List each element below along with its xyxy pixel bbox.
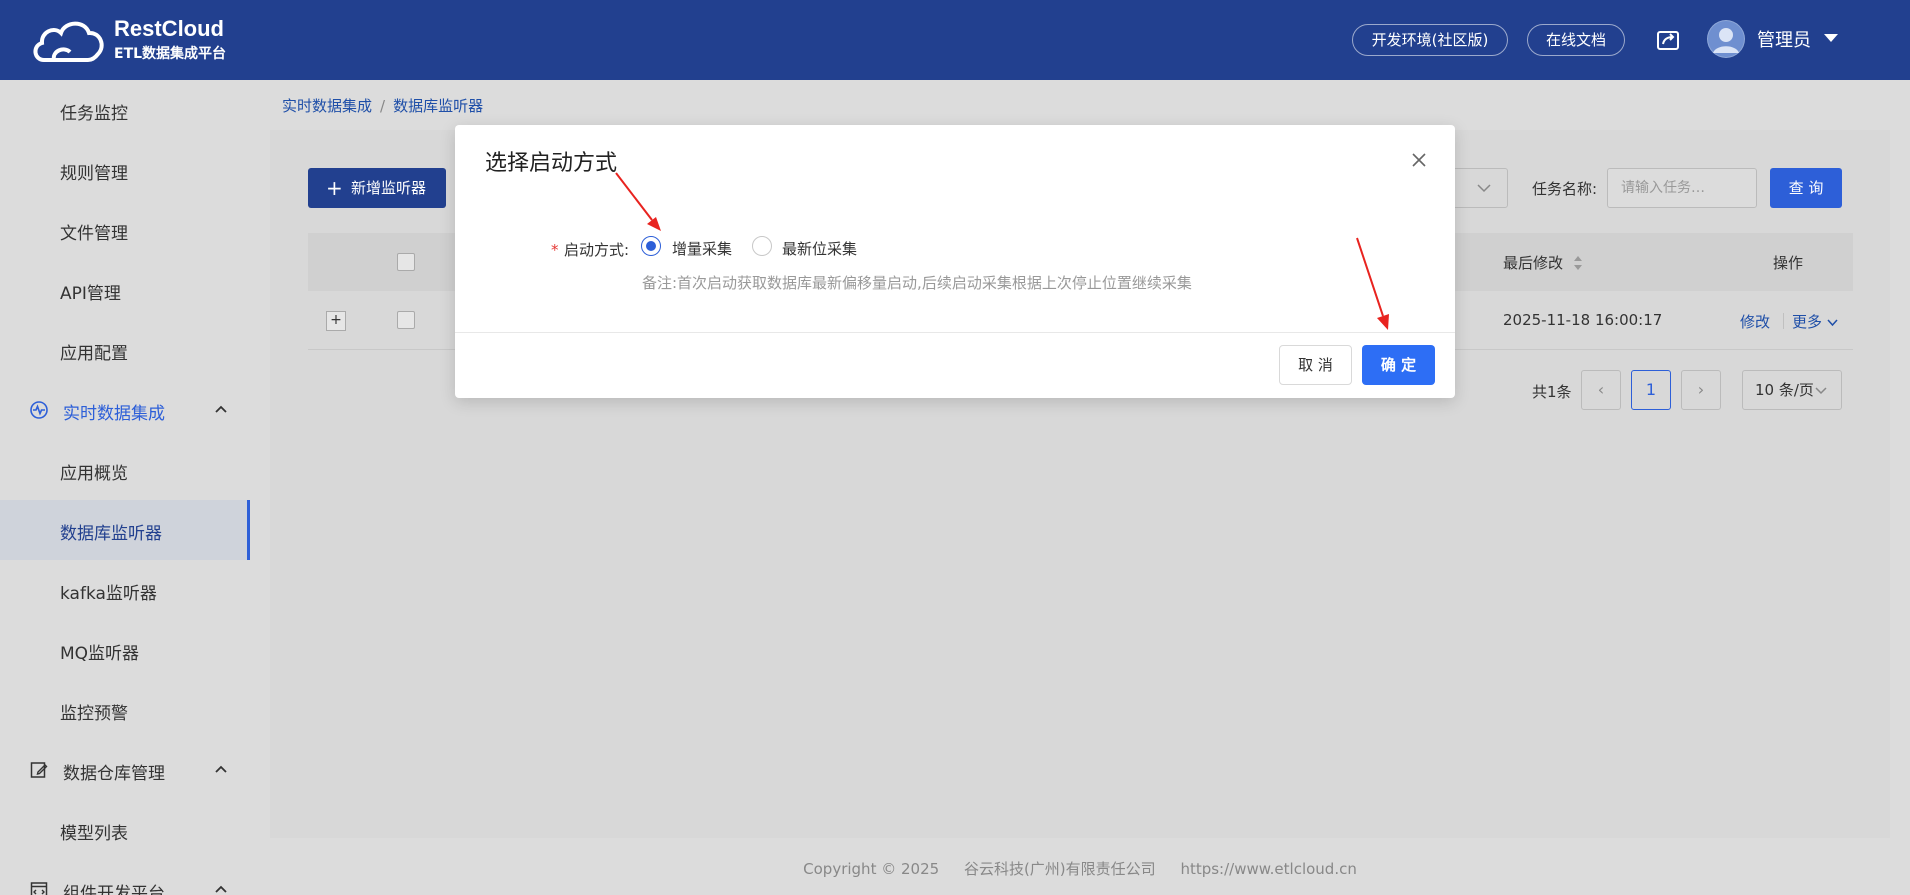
sidebar-item-label: 应用配置: [60, 344, 128, 364]
sidebar-item-app-config[interactable]: 应用配置: [0, 320, 250, 380]
dialog-divider: [455, 332, 1455, 333]
sidebar-item-label: API管理: [60, 284, 121, 304]
footer: Copyright © 2025 谷云科技(广州)有限责任公司 https://…: [0, 858, 1910, 879]
chevron-down-icon: [1827, 319, 1838, 327]
required-mark: *: [551, 241, 559, 259]
radio-incremental[interactable]: [641, 236, 661, 256]
row-checkbox[interactable]: [397, 311, 415, 329]
sidebar: 任务监控 规则管理 文件管理 API管理 应用配置 实时数据集成 应用概览 数据…: [0, 80, 250, 895]
add-listener-button[interactable]: + 新增监听器: [308, 168, 446, 208]
env-button[interactable]: 开发环境(社区版): [1352, 24, 1508, 56]
sidebar-item-model-list[interactable]: 模型列表: [0, 800, 250, 860]
sidebar-item-kafka-listener[interactable]: kafka监听器: [0, 560, 250, 620]
chevron-down-icon: [1815, 387, 1827, 395]
sidebar-item-label: 模型列表: [60, 824, 128, 844]
pager-next-button[interactable]: ›: [1681, 370, 1721, 410]
cancel-button[interactable]: 取 消: [1279, 345, 1352, 385]
expand-row-button[interactable]: +: [326, 311, 346, 331]
pager-page-button[interactable]: 1: [1631, 370, 1671, 410]
sidebar-item-label: 任务监控: [60, 104, 128, 124]
plus-icon: +: [326, 176, 343, 200]
more-link[interactable]: 更多: [1792, 311, 1838, 332]
breadcrumb-realtime[interactable]: 实时数据集成: [282, 97, 372, 115]
start-mode-note: 备注:首次启动获取数据库最新偏移量启动,后续启动采集根据上次停止位置继续采集: [642, 274, 1192, 292]
chevron-up-icon: [215, 405, 227, 413]
user-name[interactable]: 管理员: [1757, 26, 1811, 52]
chevron-up-icon: [215, 885, 227, 893]
brand-logo[interactable]: RestCloud ETL数据集成平台: [30, 14, 240, 66]
page-size-select[interactable]: 10 条/页: [1742, 370, 1842, 410]
sidebar-item-label: 文件管理: [60, 224, 128, 244]
top-header: RestCloud ETL数据集成平台 开发环境(社区版) 在线文档 管理员: [0, 0, 1910, 80]
select-all-checkbox[interactable]: [397, 253, 415, 271]
start-mode-label: 启动方式:: [564, 241, 630, 259]
share-icon[interactable]: [1656, 28, 1680, 52]
task-name-label: 任务名称:: [1532, 180, 1598, 198]
radio-incremental-label[interactable]: 增量采集: [672, 238, 732, 259]
user-avatar-icon: [1708, 21, 1744, 57]
pulse-icon: [30, 401, 48, 419]
close-icon[interactable]: [1411, 152, 1427, 168]
add-listener-label: 新增监听器: [351, 179, 427, 197]
breadcrumb-separator: /: [380, 97, 386, 115]
confirm-button[interactable]: 确 定: [1362, 345, 1435, 385]
radio-latest-position-label[interactable]: 最新位采集: [782, 238, 857, 259]
edit-doc-icon: [30, 762, 48, 778]
footer-copyright: Copyright © 2025: [803, 860, 940, 878]
chevron-up-icon: [215, 765, 227, 773]
avatar[interactable]: [1707, 20, 1745, 58]
footer-url[interactable]: https://www.etlcloud.cn: [1180, 860, 1356, 878]
col-actions: 操作: [1773, 254, 1804, 272]
code-window-icon: [30, 882, 48, 895]
caret-down-icon[interactable]: [1824, 34, 1838, 42]
dialog-title: 选择启动方式: [485, 151, 618, 176]
sidebar-item-label: 监控预警: [60, 704, 128, 724]
breadcrumb-db-listener[interactable]: 数据库监听器: [393, 97, 483, 115]
sidebar-item-task-monitor[interactable]: 任务监控: [0, 80, 250, 140]
sidebar-item-rule-mgmt[interactable]: 规则管理: [0, 140, 250, 200]
docs-button[interactable]: 在线文档: [1527, 24, 1625, 56]
sidebar-group-label: 数据仓库管理: [63, 764, 165, 784]
sidebar-group-label: 实时数据集成: [63, 404, 165, 424]
pager-prev-button[interactable]: ‹: [1581, 370, 1621, 410]
sidebar-item-file-mgmt[interactable]: 文件管理: [0, 200, 250, 260]
page-size-label: 10 条/页: [1755, 381, 1814, 399]
sidebar-item-label: MQ监听器: [60, 644, 140, 664]
sidebar-item-monitor-alert[interactable]: 监控预警: [0, 680, 250, 740]
start-mode-dialog: 选择启动方式 * 启动方式: 增量采集 最新位采集 备注:首次启动获取数据库最新…: [455, 125, 1455, 398]
sidebar-group-label: 组件开发平台: [63, 884, 165, 895]
sidebar-group-warehouse[interactable]: 数据仓库管理: [0, 740, 250, 800]
sidebar-item-api-mgmt[interactable]: API管理: [0, 260, 250, 320]
brand-title: RestCloud: [114, 16, 224, 41]
cloud-logo-icon: [33, 21, 104, 62]
sidebar-item-label: kafka监听器: [60, 584, 157, 604]
query-button[interactable]: 查 询: [1770, 168, 1842, 208]
active-indicator: [247, 500, 250, 560]
sidebar-item-mq-listener[interactable]: MQ监听器: [0, 620, 250, 680]
sidebar-group-realtime[interactable]: 实时数据集成: [0, 380, 250, 440]
pager-total: 共1条: [1532, 383, 1572, 401]
chevron-down-icon: [1477, 184, 1491, 193]
breadcrumb: 实时数据集成 / 数据库监听器: [282, 95, 483, 116]
sort-icon[interactable]: [1573, 255, 1583, 271]
sidebar-item-label: 应用概览: [60, 464, 128, 484]
footer-company: 谷云科技(广州)有限责任公司: [963, 860, 1156, 878]
sidebar-item-db-listener[interactable]: 数据库监听器: [0, 500, 250, 560]
more-label: 更多: [1792, 313, 1823, 331]
col-last-modified[interactable]: 最后修改: [1503, 252, 1563, 273]
radio-latest-position[interactable]: [752, 236, 772, 256]
sidebar-item-app-overview[interactable]: 应用概览: [0, 440, 250, 500]
sidebar-item-label: 数据库监听器: [60, 524, 162, 544]
task-name-input[interactable]: 请输入任务…: [1607, 168, 1757, 208]
sidebar-item-label: 规则管理: [60, 164, 128, 184]
row-last-modified: 2025-11-18 16:00:17: [1503, 311, 1663, 329]
edit-link[interactable]: 修改: [1740, 311, 1770, 332]
brand-subtitle: ETL数据集成平台: [114, 46, 227, 62]
action-divider: [1783, 313, 1784, 329]
